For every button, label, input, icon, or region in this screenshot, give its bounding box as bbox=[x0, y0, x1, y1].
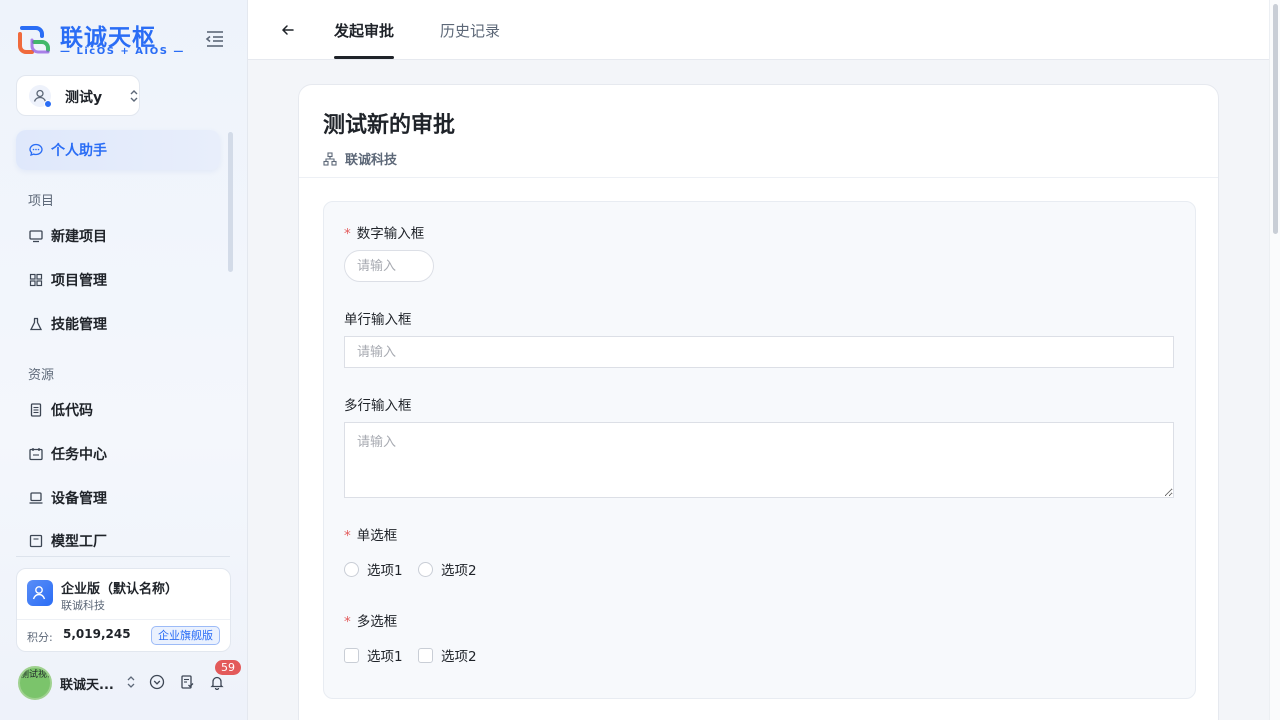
checkbox-option-label: 选项1 bbox=[367, 649, 403, 665]
approval-form-card: 测试新的审批 联诚科技 * 数字输入框 单行输入框 多行输入框 * 单选框 选项1 … bbox=[298, 84, 1219, 720]
notification-count-badge: 59 bbox=[215, 660, 241, 675]
tab-start-approval[interactable]: 发起审批 bbox=[334, 20, 394, 41]
chevron-circle-down-icon[interactable] bbox=[149, 674, 165, 690]
checkbox-option-2[interactable]: 选项2 bbox=[418, 645, 477, 665]
radio-button[interactable] bbox=[418, 561, 433, 577]
checkbox-option-1[interactable]: 选项1 bbox=[344, 645, 403, 665]
radio-button[interactable] bbox=[344, 561, 359, 577]
radio-option-label: 选项2 bbox=[441, 563, 477, 579]
required-mark: * bbox=[344, 226, 351, 242]
radio-field-label: * 单选框 bbox=[344, 524, 397, 544]
card-divider bbox=[299, 177, 1218, 178]
required-mark: * bbox=[344, 528, 351, 544]
sidebar-item-label: 设备管理 bbox=[51, 491, 107, 507]
sidebar-item-label: 项目管理 bbox=[51, 273, 107, 289]
radio-option-1[interactable]: 选项1 bbox=[344, 559, 403, 579]
expand-collapse-icon[interactable] bbox=[123, 674, 139, 690]
flask-icon bbox=[29, 317, 43, 331]
multi-line-field-label: 多行输入框 bbox=[344, 398, 412, 414]
tab-history[interactable]: 历史记录 bbox=[440, 20, 500, 41]
top-bar: 发起审批 历史记录 bbox=[248, 0, 1269, 60]
form-body: * 数字输入框 单行输入框 多行输入框 * 单选框 选项1 选项2 * 多选框 选项1… bbox=[323, 201, 1196, 699]
organization-icon bbox=[27, 580, 53, 606]
bell-icon[interactable] bbox=[209, 674, 225, 690]
back-arrow-icon[interactable] bbox=[278, 20, 298, 40]
single-line-input[interactable] bbox=[344, 336, 1174, 368]
sidebar-item-new-project[interactable]: 新建项目 bbox=[28, 226, 107, 246]
checkbox[interactable] bbox=[418, 647, 433, 663]
page-scrollbar-thumb[interactable] bbox=[1273, 4, 1278, 234]
organization-card[interactable]: 企业版（默认名称） 联诚科技 积分: 5,019,245 企业旗舰版 bbox=[16, 568, 231, 652]
number-field-label: * 数字输入框 bbox=[344, 222, 424, 242]
organization-name: 企业版（默认名称） bbox=[61, 582, 179, 597]
sidebar-item-task-center[interactable]: 任务中心 bbox=[28, 444, 107, 464]
multi-line-textarea[interactable] bbox=[344, 422, 1174, 498]
organization-card-divider bbox=[17, 619, 230, 620]
footer-username[interactable]: 联诚天... bbox=[60, 674, 114, 693]
form-organization-name: 联诚科技 bbox=[345, 153, 398, 168]
checkbox[interactable] bbox=[344, 647, 359, 663]
form-title: 测试新的审批 bbox=[323, 113, 456, 138]
required-mark: * bbox=[344, 614, 351, 630]
chat-icon bbox=[29, 143, 43, 156]
radio-field-label-text: 单选框 bbox=[356, 528, 398, 544]
points-label: 积分: bbox=[27, 631, 53, 644]
checkbox-field-label-text: 多选框 bbox=[356, 614, 398, 630]
number-input[interactable] bbox=[344, 250, 434, 282]
sidebar-scrollbar[interactable] bbox=[228, 132, 233, 272]
factory-icon bbox=[29, 534, 43, 548]
radio-option-2[interactable]: 选项2 bbox=[418, 559, 477, 579]
plan-badge: 企业旗舰版 bbox=[151, 626, 220, 645]
grid-icon bbox=[29, 273, 43, 287]
laptop-icon bbox=[29, 492, 43, 504]
sidebar-item-low-code[interactable]: 低代码 bbox=[28, 400, 93, 420]
sidebar-item-label: 低代码 bbox=[51, 403, 93, 419]
sidebar-item-label: 任务中心 bbox=[51, 447, 107, 463]
radio-option-label: 选项1 bbox=[367, 563, 403, 579]
form-organization: 联诚科技 bbox=[323, 149, 397, 168]
monitor-icon bbox=[29, 230, 43, 243]
sidebar-item-device-management[interactable]: 设备管理 bbox=[28, 488, 107, 508]
organization-company: 联诚科技 bbox=[61, 599, 105, 612]
org-structure-icon bbox=[323, 151, 337, 166]
sidebar-item-skill-management[interactable]: 技能管理 bbox=[28, 314, 107, 334]
avatar-text: 测试视山 bbox=[20, 670, 50, 680]
sidebar-nav: 个人助手 项目 新建项目 项目管理 技能管理 资源 低代码 任务中心 设备管理 … bbox=[0, 0, 248, 556]
sidebar-divider bbox=[16, 556, 230, 557]
page-scrollbar[interactable] bbox=[1269, 0, 1280, 720]
sidebar: 联诚天枢 — LicOS + AIOS — 测试y 个人助手 项目 新建项目 项… bbox=[0, 0, 248, 720]
task-list-icon[interactable] bbox=[179, 674, 195, 690]
single-line-field-label: 单行输入框 bbox=[344, 312, 412, 328]
calendar-icon bbox=[29, 448, 43, 461]
checkbox-option-label: 选项2 bbox=[441, 649, 477, 665]
nav-section-resources: 资源 bbox=[28, 368, 55, 383]
sidebar-item-project-management[interactable]: 项目管理 bbox=[28, 270, 107, 290]
sidebar-item-label: 个人助手 bbox=[51, 143, 107, 159]
points-value: 5,019,245 bbox=[63, 627, 131, 641]
number-field-label-text: 数字输入框 bbox=[356, 226, 425, 242]
footer-user-bar: 测试视山 联诚天... 59 bbox=[16, 660, 246, 704]
document-icon bbox=[30, 403, 42, 417]
nav-section-projects: 项目 bbox=[28, 194, 55, 209]
sidebar-item-personal-assistant[interactable]: 个人助手 bbox=[28, 140, 107, 160]
active-tab-indicator bbox=[334, 56, 394, 59]
sidebar-item-label: 模型工厂 bbox=[51, 534, 107, 550]
sidebar-item-label: 技能管理 bbox=[51, 317, 107, 333]
user-avatar[interactable]: 测试视山 bbox=[18, 666, 52, 700]
sidebar-item-label: 新建项目 bbox=[51, 229, 107, 245]
sidebar-item-model-factory[interactable]: 模型工厂 bbox=[28, 531, 107, 551]
checkbox-field-label: * 多选框 bbox=[344, 610, 397, 630]
